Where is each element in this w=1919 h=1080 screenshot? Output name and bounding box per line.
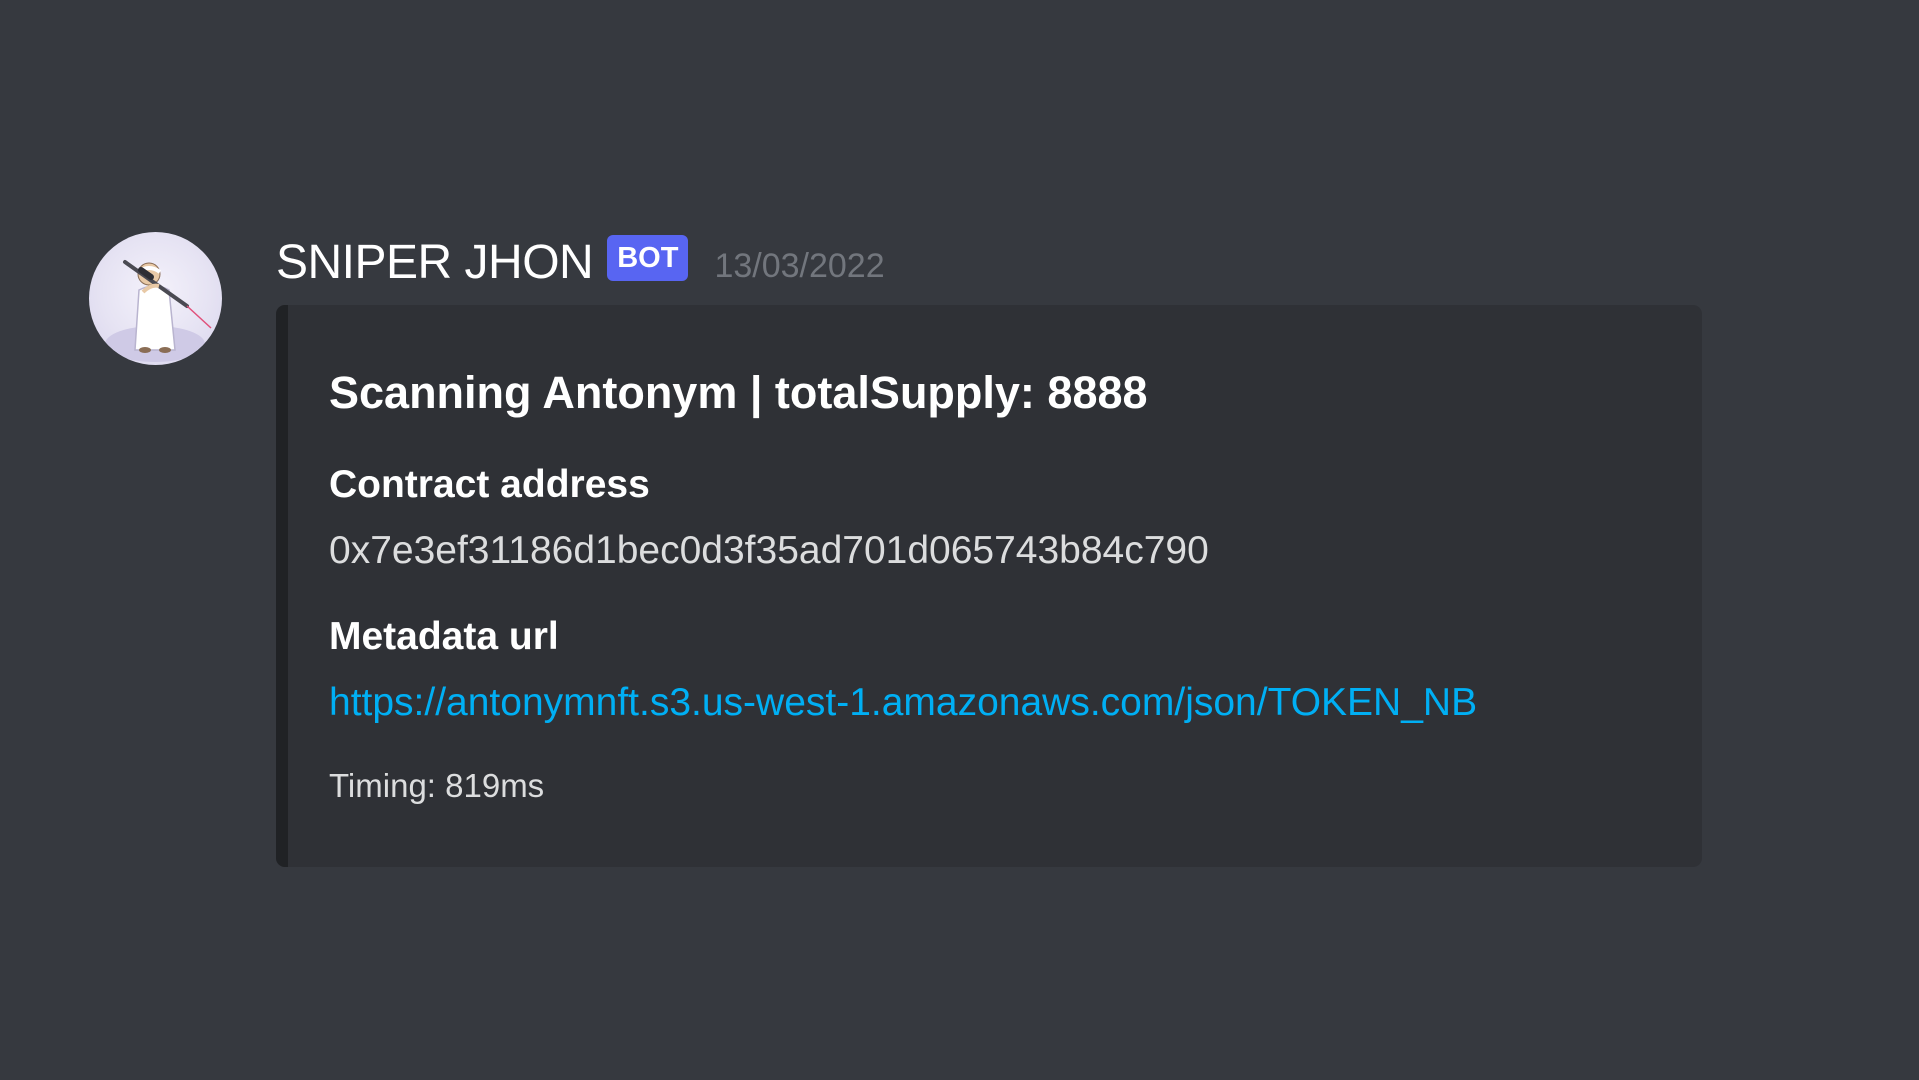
embed-footer: Timing: 819ms	[329, 767, 545, 804]
field-value-contract-address: 0x7e3ef31186d1bec0d3f35ad701d065743b84c7…	[329, 529, 1209, 572]
sniper-avatar-icon	[105, 260, 212, 362]
author-name[interactable]: SNIPER JHON	[276, 235, 594, 290]
metadata-url-link[interactable]: https://antonymnft.s3.us-west-1.amazonaw…	[329, 681, 1477, 724]
field-name-contract-address: Contract address	[329, 463, 650, 506]
embed-title: Scanning Antonym | totalSupply: 8888	[329, 367, 1148, 418]
message-timestamp[interactable]: 13/03/2022	[714, 247, 884, 286]
message-header: SNIPER JHON BOT 13/03/2022	[276, 232, 885, 292]
embed-accent-bar	[276, 305, 288, 867]
field-value-metadata-url: https://antonymnft.s3.us-west-1.amazonaw…	[329, 681, 1477, 725]
avatar[interactable]	[89, 232, 222, 365]
field-name-metadata-url: Metadata url	[329, 615, 559, 658]
bot-badge: BOT	[607, 235, 689, 281]
chat-message: SNIPER JHON BOT 13/03/2022 Scanning Anto…	[0, 0, 1919, 1080]
embed-card: Scanning Antonym | totalSupply: 8888 Con…	[276, 305, 1702, 867]
